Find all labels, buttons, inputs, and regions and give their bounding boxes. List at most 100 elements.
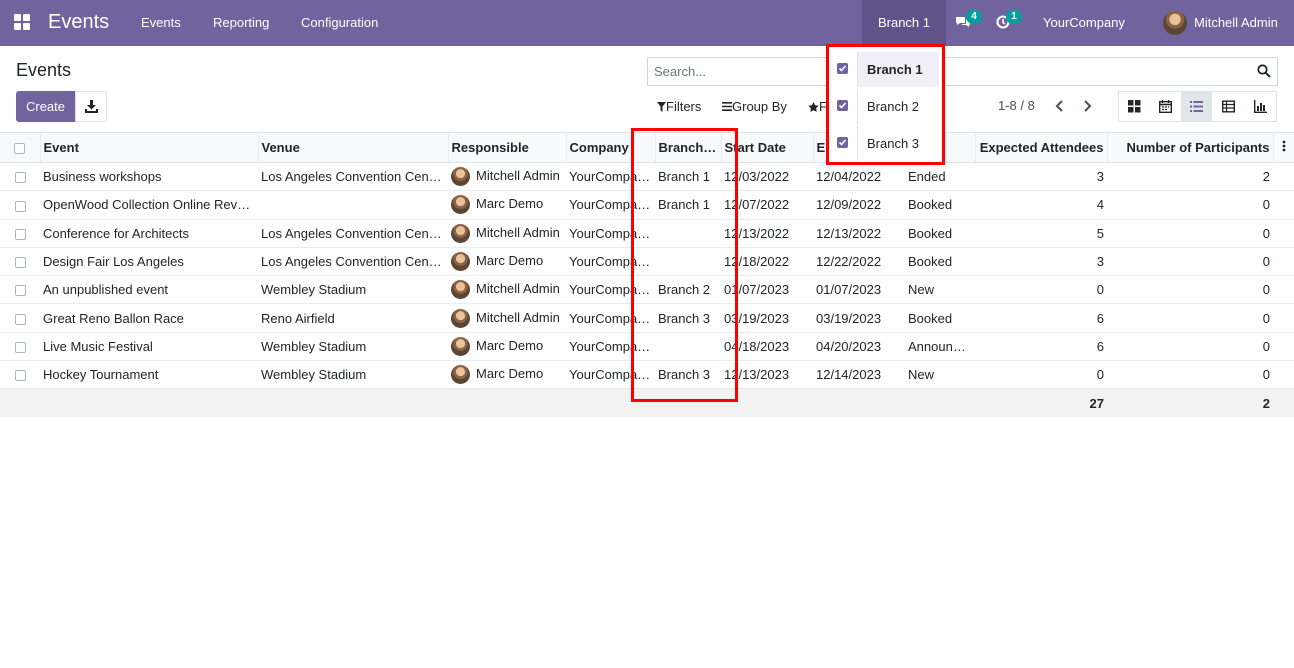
kebab-menu-icon[interactable]: [1282, 140, 1286, 152]
cell-venue: Wembley Stadium: [258, 360, 448, 390]
menu-reporting[interactable]: Reporting: [213, 15, 269, 30]
table-icon: [1222, 100, 1235, 113]
column-header-event[interactable]: Event: [40, 132, 259, 163]
cell-responsible: Mitchell Admin: [448, 162, 566, 192]
responsible-name: Marc Demo: [476, 196, 544, 212]
cell-start-date: 01/07/2023: [721, 275, 813, 305]
export-button[interactable]: [75, 91, 107, 122]
row-end-cell: [1273, 162, 1294, 192]
row-checkbox[interactable]: [14, 172, 26, 184]
table-row[interactable]: Design Fair Los Angeles Los Angeles Conve…: [0, 247, 1294, 277]
pivot-view-button[interactable]: [1213, 92, 1244, 121]
cell-venue: Reno Airfield: [258, 303, 448, 333]
cell-participants: 0: [1107, 360, 1273, 390]
kanban-view-button[interactable]: [1119, 92, 1150, 121]
cell-expected-attendees: 6: [975, 332, 1107, 362]
cell-venue: Wembley Stadium: [258, 332, 448, 362]
search-box[interactable]: [647, 57, 1278, 86]
column-header-venue[interactable]: Venue: [258, 132, 449, 163]
cell-company: YourCompa…: [566, 303, 655, 333]
branch-switcher[interactable]: Branch 1: [862, 0, 946, 46]
checkbox-checked-icon[interactable]: [837, 137, 848, 148]
menu-configuration[interactable]: Configuration: [301, 15, 378, 30]
table-row[interactable]: Live Music Festival Wembley Stadium Marc D…: [0, 332, 1294, 362]
search-icon[interactable]: [1257, 64, 1271, 78]
branch-option-label: Branch 2: [857, 89, 939, 124]
row-checkbox[interactable]: [14, 228, 26, 240]
chevron-right-icon[interactable]: [1080, 98, 1094, 114]
cell-participants: 2: [1107, 162, 1273, 192]
groupby-label: Group By: [732, 99, 787, 114]
list-icon: [1190, 101, 1203, 112]
table-row[interactable]: Business workshops Los Angeles Convention…: [0, 162, 1294, 192]
cell-status: Announced: [905, 332, 975, 362]
row-checkbox[interactable]: [14, 341, 26, 353]
row-select-cell: [0, 247, 40, 277]
apps-menu-icon[interactable]: [14, 14, 32, 32]
total-participants: 2: [1107, 388, 1273, 417]
row-checkbox[interactable]: [14, 285, 26, 297]
company-switcher[interactable]: YourCompany: [1043, 15, 1125, 30]
cell-expected-attendees: 4: [975, 190, 1107, 220]
user-avatar[interactable]: [1163, 11, 1187, 35]
menu-events[interactable]: Events: [141, 15, 181, 30]
responsible-avatar: [451, 365, 470, 385]
branch-option-3[interactable]: Branch 3: [829, 124, 942, 161]
column-header-company[interactable]: Company: [566, 132, 656, 163]
cell-event: An unpublished event: [40, 275, 258, 305]
responsible-avatar: [451, 280, 470, 300]
chevron-left-icon[interactable]: [1053, 98, 1067, 114]
calendar-view-button[interactable]: [1150, 92, 1181, 121]
table-body: Business workshops Los Angeles Convention…: [0, 162, 1294, 390]
favorites-button[interactable]: F: [808, 99, 827, 114]
column-header-responsible[interactable]: Responsible: [448, 132, 567, 163]
table-row[interactable]: Hockey Tournament Wembley Stadium Marc Dem…: [0, 360, 1294, 390]
column-header-start-date[interactable]: Start Date: [721, 132, 814, 163]
table-row[interactable]: An unpublished event Wembley Stadium Mitch…: [0, 275, 1294, 305]
cell-responsible: Marc Demo: [448, 360, 566, 390]
table-row[interactable]: OpenWood Collection Online Rev… Marc Demo…: [0, 190, 1294, 220]
table-row[interactable]: Great Reno Ballon Race Reno Airfield Mitch…: [0, 303, 1294, 333]
responsible-name: Mitchell Admin: [476, 168, 560, 184]
column-header-expected-attendees[interactable]: Expected Attendees: [975, 132, 1108, 163]
cell-end-date: 03/19/2023: [813, 303, 905, 333]
cell-responsible: Mitchell Admin: [448, 219, 566, 248]
app-brand[interactable]: Events: [48, 11, 109, 34]
cell-status: New: [905, 275, 975, 305]
row-end-cell: [1273, 190, 1294, 220]
cell-participants: 0: [1107, 219, 1273, 248]
messages-icon[interactable]: 4: [955, 10, 982, 32]
row-select-cell: [0, 303, 40, 333]
responsible-name: Marc Demo: [476, 252, 544, 268]
search-input[interactable]: [654, 64, 824, 79]
cell-participants: 0: [1107, 247, 1273, 277]
groupby-button[interactable]: Group By: [722, 99, 787, 114]
activities-icon[interactable]: 1: [995, 10, 1022, 32]
filters-button[interactable]: Filters: [657, 99, 701, 114]
cell-start-date: 03/19/2023: [721, 303, 813, 333]
select-all-checkbox[interactable]: [14, 143, 26, 155]
list-view-button[interactable]: [1181, 92, 1212, 121]
row-checkbox[interactable]: [14, 313, 26, 325]
cell-branch: [655, 219, 721, 248]
checkbox-checked-icon[interactable]: [837, 100, 848, 111]
pager-value[interactable]: 1-8 / 8: [998, 98, 1035, 113]
cell-end-date: 12/13/2022: [813, 219, 905, 248]
cell-participants: 0: [1107, 190, 1273, 220]
cell-event: Conference for Architects: [40, 219, 258, 248]
column-header-branch[interactable]: Branch…: [655, 132, 722, 163]
table-row[interactable]: Conference for Architects Los Angeles Con…: [0, 219, 1294, 248]
cell-branch: Branch 1: [655, 190, 721, 220]
column-header-participants[interactable]: Number of Participants: [1107, 132, 1274, 163]
responsible-name: Mitchell Admin: [476, 309, 560, 325]
branch-option-1[interactable]: Branch 1: [829, 50, 942, 87]
row-checkbox[interactable]: [14, 257, 26, 269]
graph-view-button[interactable]: [1245, 92, 1276, 121]
user-menu[interactable]: Mitchell Admin: [1194, 15, 1278, 30]
branch-option-2[interactable]: Branch 2: [829, 87, 942, 124]
row-checkbox[interactable]: [14, 200, 26, 212]
create-button[interactable]: Create: [16, 91, 75, 122]
row-select-cell: [0, 162, 40, 192]
checkbox-checked-icon[interactable]: [837, 63, 848, 74]
row-checkbox[interactable]: [14, 370, 26, 382]
